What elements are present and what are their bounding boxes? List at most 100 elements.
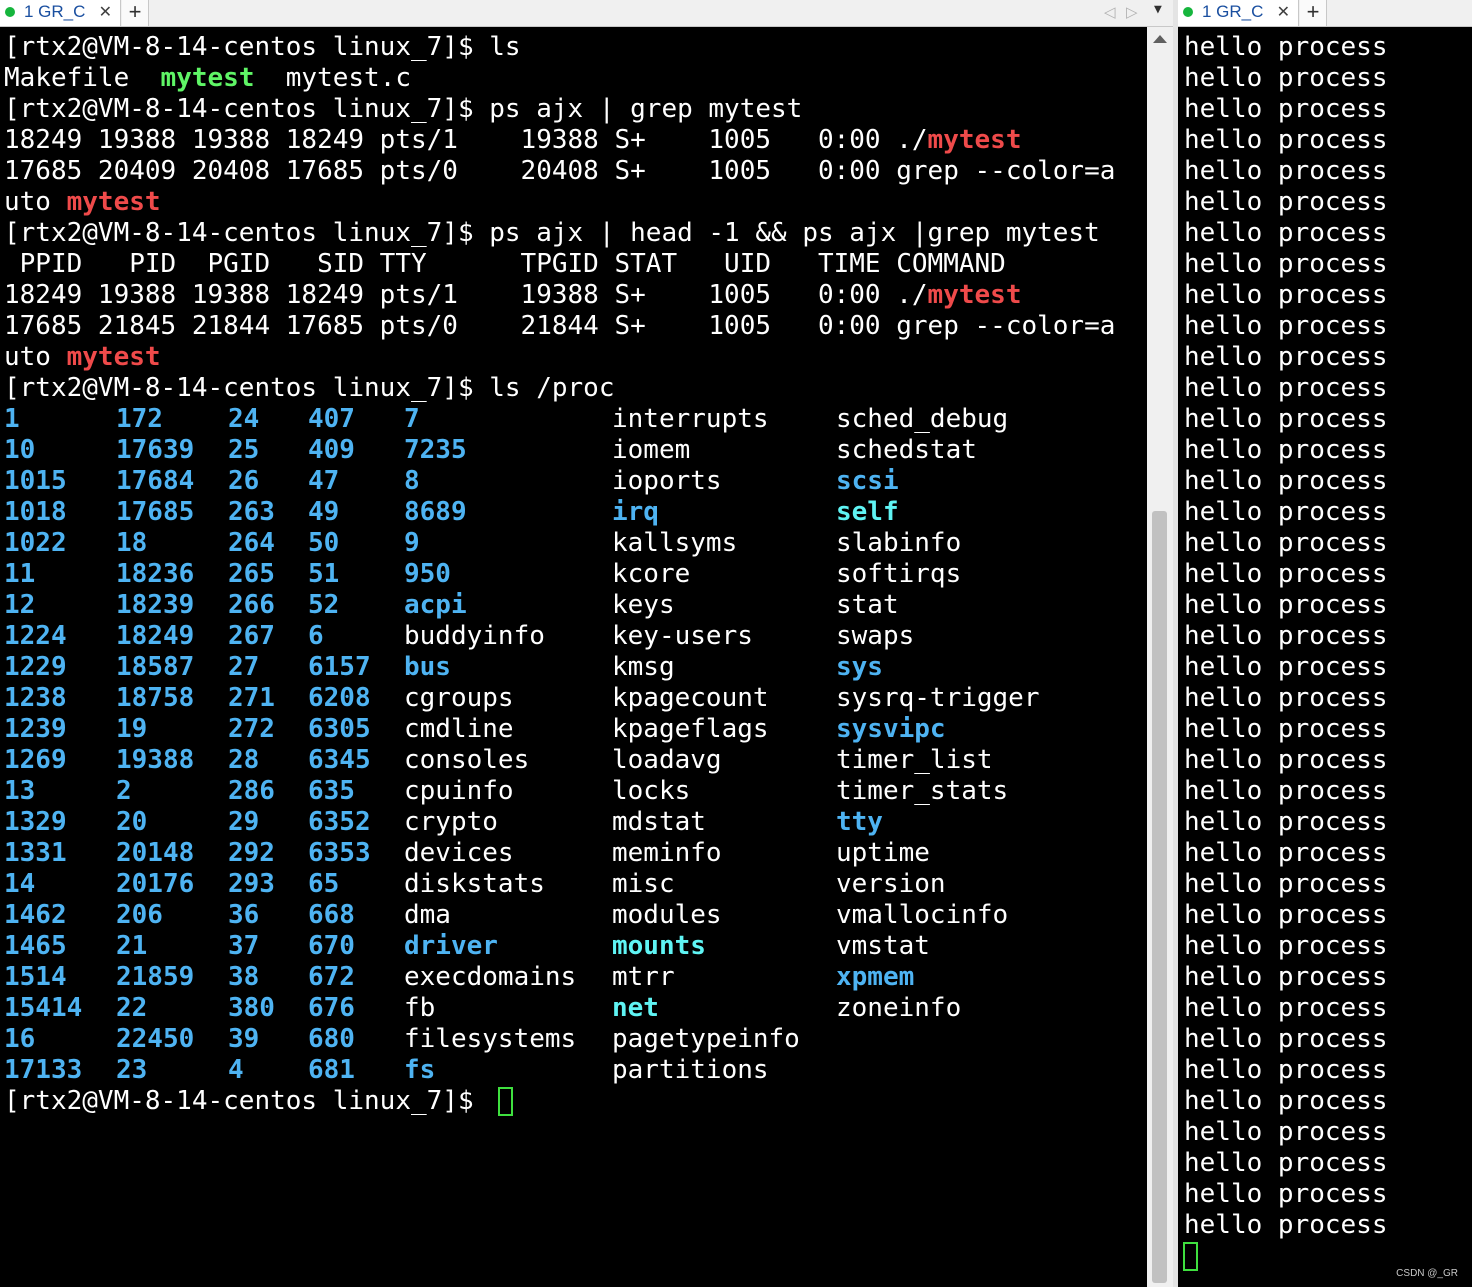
proc-entry: 13 <box>4 776 36 806</box>
proc-entry: 6305 <box>308 714 371 744</box>
proc-entry: 47 <box>308 466 340 496</box>
output-line: hello process <box>1184 156 1388 186</box>
proc-entry: cgroups <box>404 683 514 713</box>
proc-entry: 8689 <box>404 497 467 527</box>
terminal-line: Makefile mytest mytest.c <box>4 63 411 94</box>
output-line: hello process <box>1184 1179 1388 1209</box>
proc-entry: 18 <box>116 528 148 558</box>
proc-entry: 49 <box>308 497 340 527</box>
tab-title: 1 GR_C <box>1202 2 1264 21</box>
proc-entry: 1239 <box>4 714 67 744</box>
proc-entry: 1022 <box>4 528 67 558</box>
pane-divider[interactable] <box>1173 0 1178 1287</box>
proc-entry: 1329 <box>4 807 67 837</box>
proc-entry: 20 <box>116 807 148 837</box>
close-icon[interactable]: ✕ <box>99 2 112 22</box>
terminal-text: mytest <box>927 280 1022 310</box>
proc-entry: 22 <box>116 993 148 1023</box>
output-line: hello process <box>1184 404 1388 434</box>
output-line: hello process <box>1184 94 1388 124</box>
proc-entry: 1229 <box>4 652 67 682</box>
proc-entry: driver <box>404 931 498 961</box>
proc-entry: 265 <box>228 559 275 589</box>
scrollbar[interactable] <box>1147 27 1173 1287</box>
chevron-right-icon[interactable]: ▷ <box>1126 3 1138 21</box>
output-line: hello process <box>1184 497 1388 527</box>
proc-entry: 18249 <box>116 621 195 651</box>
proc-entry: swaps <box>836 621 915 651</box>
proc-entry: dma <box>404 900 451 930</box>
scroll-thumb[interactable] <box>1152 511 1167 1283</box>
proc-entry: 672 <box>308 962 355 992</box>
output-line: hello process <box>1184 590 1388 620</box>
proc-entry: xpmem <box>836 962 915 992</box>
proc-entry: 267 <box>228 621 275 651</box>
tab-session-left[interactable]: 1 GR_C ✕ <box>0 0 121 26</box>
proc-entry: 1331 <box>4 838 67 868</box>
scroll-up-icon[interactable] <box>1153 35 1167 43</box>
proc-entry: filesystems <box>404 1024 577 1054</box>
output-line: hello process <box>1184 373 1388 403</box>
proc-entry: 263 <box>228 497 275 527</box>
proc-entry: vmallocinfo <box>836 900 1009 930</box>
proc-entry: 17639 <box>116 435 195 465</box>
proc-entry: fb <box>404 993 436 1023</box>
terminal-pane-right[interactable]: hello process hello process hello process h… <box>1180 27 1472 1287</box>
proc-entry: 264 <box>228 528 275 558</box>
terminal-text: uto <box>4 342 67 372</box>
proc-entry: 17685 <box>116 497 195 527</box>
proc-entry: kallsyms <box>612 528 738 558</box>
proc-entry: 409 <box>308 435 355 465</box>
proc-entry: 9 <box>404 528 420 558</box>
proc-entry: pagetypeinfo <box>612 1024 800 1054</box>
output-line: hello process <box>1184 63 1388 93</box>
proc-entry: 172 <box>116 404 163 434</box>
proc-entry: 1018 <box>4 497 67 527</box>
proc-entry: 1 <box>4 404 20 434</box>
proc-entry: 950 <box>404 559 451 589</box>
output-line: hello process <box>1184 342 1388 372</box>
terminal-pane-left[interactable]: [rtx2@VM-8-14-centos linux_7]$ ls Makefil… <box>0 27 1147 1287</box>
proc-entry: consoles <box>404 745 530 775</box>
proc-entry: sched_debug <box>836 404 1009 434</box>
proc-entry: 6157 <box>308 652 371 682</box>
text-cursor <box>1183 1242 1198 1271</box>
proc-entry: 18239 <box>116 590 195 620</box>
proc-entry: 36 <box>228 900 260 930</box>
chevron-down-icon[interactable]: ▼ <box>1154 2 1162 17</box>
output-line: hello process <box>1184 249 1388 279</box>
proc-entry: 6352 <box>308 807 371 837</box>
terminal-text: 17685 21845 21844 17685 pts/0 21844 S+ 1… <box>4 311 1116 341</box>
proc-entry: acpi <box>404 590 467 620</box>
tab-bar-left: 1 GR_C ✕ + ◁ ▷ ▼ <box>0 0 1174 27</box>
watermark: CSDN @_GR <box>1396 1268 1458 1279</box>
output-line: hello process <box>1184 280 1388 310</box>
output-line: hello process <box>1184 807 1388 837</box>
proc-entry: 52 <box>308 590 340 620</box>
output-line: hello process <box>1184 1024 1388 1054</box>
proc-entry: 39 <box>228 1024 260 1054</box>
proc-entry: 18587 <box>116 652 195 682</box>
terminal-text: [rtx2@VM-8-14-centos linux_7]$ ps ajx | … <box>4 218 1100 248</box>
proc-entry: kcore <box>612 559 691 589</box>
terminal-text: uto <box>4 187 67 217</box>
proc-entry: 6353 <box>308 838 371 868</box>
close-icon[interactable]: ✕ <box>1277 2 1290 22</box>
proc-entry: 17684 <box>116 466 195 496</box>
proc-entry: 1269 <box>4 745 67 775</box>
status-dot-icon <box>1183 7 1193 17</box>
output-line: hello process <box>1184 218 1388 248</box>
proc-entry: 38 <box>228 962 260 992</box>
proc-entry: 1514 <box>4 962 67 992</box>
proc-entry: 65 <box>308 869 340 899</box>
proc-entry: 6 <box>308 621 324 651</box>
proc-entry: modules <box>612 900 722 930</box>
tab-session-right[interactable]: 1 GR_C ✕ <box>1178 0 1299 26</box>
terminal-text: mytest <box>66 187 161 217</box>
chevron-left-icon[interactable]: ◁ <box>1104 3 1116 21</box>
proc-entry: timer_list <box>836 745 993 775</box>
new-tab-button[interactable]: + <box>1300 0 1327 26</box>
proc-entry: diskstats <box>404 869 545 899</box>
output-line: hello process <box>1184 962 1388 992</box>
new-tab-button[interactable]: + <box>122 0 149 26</box>
